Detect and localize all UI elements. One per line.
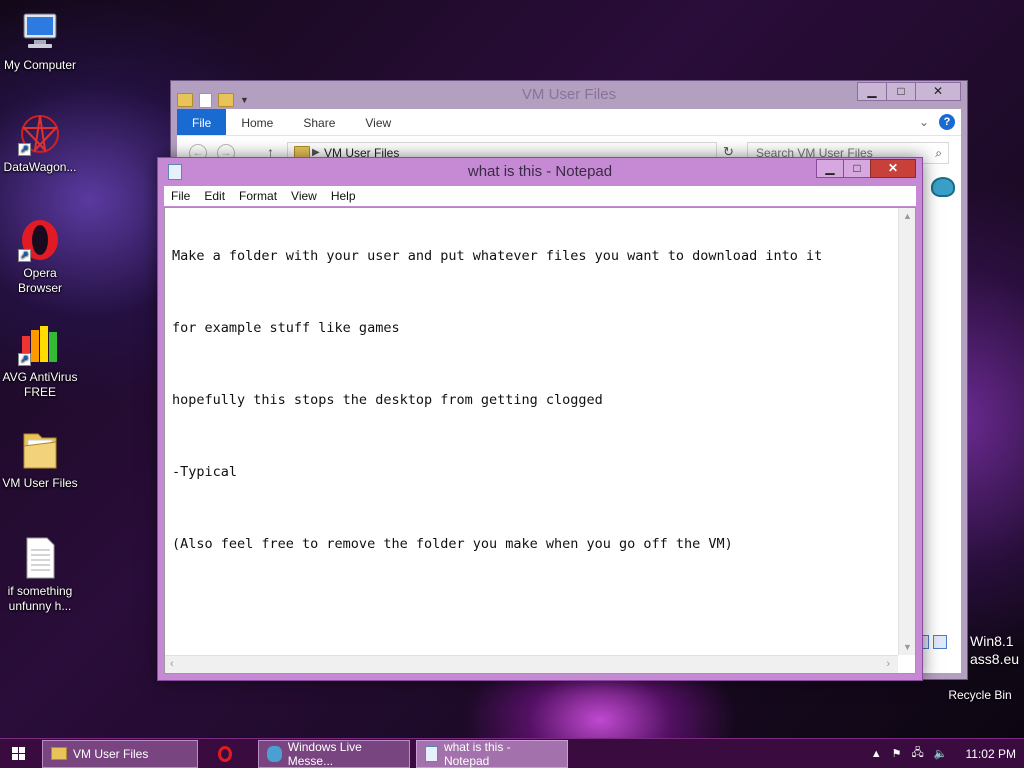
text-line: Make a folder with your user and put wha… bbox=[172, 248, 823, 264]
opera-icon: ↗ bbox=[18, 218, 62, 262]
explorer-title: VM User Files bbox=[521, 86, 617, 103]
text-line: hopefully this stops the desktop from ge… bbox=[172, 392, 603, 408]
new-folder-icon[interactable] bbox=[218, 93, 234, 107]
desktop-watermark: Win8.1 ass8.eu bbox=[970, 632, 1019, 668]
shortcut-arrow-icon: ↗ bbox=[18, 143, 31, 156]
tab-home[interactable]: Home bbox=[226, 109, 288, 135]
tab-view[interactable]: View bbox=[350, 109, 406, 135]
computer-icon bbox=[18, 10, 62, 54]
desktop-icon-label: Recycle Bin bbox=[948, 688, 1012, 702]
messenger-icon bbox=[267, 745, 282, 762]
datawagon-icon: ↗ bbox=[18, 112, 62, 156]
folder-icon[interactable] bbox=[177, 93, 193, 107]
taskbar-item-opera[interactable] bbox=[204, 740, 252, 768]
show-hidden-icons-icon[interactable]: ▲ bbox=[871, 748, 882, 760]
notepad-window[interactable]: what is this - Notepad ▁ □ ✕ File Edit F… bbox=[157, 157, 923, 681]
notepad-menubar: File Edit Format View Help bbox=[164, 186, 916, 206]
text-line: for example stuff like games bbox=[172, 320, 400, 336]
taskbar-item-notepad[interactable]: what is this - Notepad bbox=[416, 739, 568, 768]
help-icon[interactable]: ? bbox=[939, 114, 955, 130]
large-icons-view-icon[interactable] bbox=[933, 635, 947, 649]
close-button[interactable]: ✕ bbox=[870, 159, 916, 178]
tab-file[interactable]: File bbox=[177, 109, 227, 135]
network-icon[interactable]: 🖧 bbox=[912, 744, 924, 763]
explorer-window-controls: ▁ □ ✕ bbox=[857, 82, 961, 101]
ribbon-tabs: File Home Share View ⌄ ? bbox=[177, 109, 961, 135]
menu-format[interactable]: Format bbox=[232, 189, 284, 203]
desktop-icon-my-computer[interactable]: My Computer bbox=[0, 10, 80, 73]
taskbar-item-label: Windows Live Messe... bbox=[287, 739, 362, 768]
taskbar-item-label: VM User Files bbox=[73, 746, 149, 761]
taskbar-item-label: what is this - Notepad bbox=[443, 739, 511, 768]
desktop-icon-label: DataWagon... bbox=[3, 160, 77, 174]
folder-icon bbox=[51, 747, 67, 760]
action-center-flag-icon[interactable]: ⚑ bbox=[892, 747, 902, 760]
menu-help[interactable]: Help bbox=[324, 189, 363, 203]
minimize-button[interactable]: ▁ bbox=[816, 159, 844, 178]
menu-edit[interactable]: Edit bbox=[197, 189, 232, 203]
taskbar-item-messenger[interactable]: Windows Live Messe... bbox=[258, 739, 410, 768]
desktop-icon-label: Opera Browser bbox=[17, 266, 62, 295]
shortcut-arrow-icon: ↗ bbox=[18, 249, 31, 262]
notepad-icon[interactable] bbox=[168, 164, 182, 180]
minimize-button[interactable]: ▁ bbox=[857, 82, 887, 101]
menu-view[interactable]: View bbox=[284, 189, 324, 203]
desktop-icon-label: VM User Files bbox=[2, 476, 78, 490]
horizontal-scrollbar[interactable]: ‹ › bbox=[165, 655, 898, 673]
text-line: (Also feel free to remove the folder you… bbox=[172, 536, 733, 552]
expand-ribbon-icon[interactable]: ⌄ bbox=[919, 115, 929, 129]
notepad-icon bbox=[425, 745, 438, 762]
opera-icon bbox=[218, 745, 232, 762]
desktop-icon-opera[interactable]: ↗ Opera Browser bbox=[0, 218, 80, 296]
messenger-icon[interactable] bbox=[931, 177, 955, 197]
tab-share[interactable]: Share bbox=[288, 109, 350, 135]
windows-logo-icon bbox=[11, 747, 25, 760]
properties-icon[interactable] bbox=[199, 92, 212, 108]
text-line: -Typical bbox=[172, 464, 238, 480]
menu-file[interactable]: File bbox=[164, 189, 197, 203]
desktop-icon-label: if something unfunny h... bbox=[7, 584, 73, 613]
watermark-line: Win8.1 bbox=[970, 633, 1014, 649]
scroll-down-icon[interactable]: ▼ bbox=[899, 642, 916, 652]
desktop-icon-datawagon[interactable]: ↗ DataWagon... bbox=[0, 112, 80, 175]
desktop-icon-label: AVG AntiVirus FREE bbox=[2, 370, 78, 399]
shortcut-arrow-icon: ↗ bbox=[18, 353, 31, 366]
notepad-window-controls: ▁ □ ✕ bbox=[816, 159, 916, 178]
desktop-icon-label: My Computer bbox=[3, 58, 77, 72]
close-button[interactable]: ✕ bbox=[915, 82, 961, 101]
explorer-titlebar[interactable]: ▼ VM User Files ▁ □ ✕ bbox=[171, 81, 967, 109]
scroll-left-icon[interactable]: ‹ bbox=[170, 658, 174, 670]
notepad-text: Make a folder with your user and put wha… bbox=[172, 211, 893, 607]
desktop-icon-recycle-bin[interactable]: Recycle Bin bbox=[940, 688, 1020, 702]
volume-icon[interactable]: 🔈 bbox=[934, 747, 948, 760]
vertical-scrollbar[interactable]: ▲ ▼ bbox=[898, 208, 915, 655]
text-file-icon bbox=[18, 536, 62, 580]
start-button[interactable] bbox=[0, 739, 36, 768]
avg-icon: ↗ bbox=[18, 322, 62, 366]
notepad-text-area[interactable]: Make a folder with your user and put wha… bbox=[164, 207, 916, 674]
watermark-line: ass8.eu bbox=[970, 651, 1020, 667]
folder-icon bbox=[18, 428, 62, 472]
clock[interactable]: 11:02 PM bbox=[966, 747, 1016, 761]
scroll-up-icon[interactable]: ▲ bbox=[899, 211, 916, 221]
maximize-button[interactable]: □ bbox=[886, 82, 916, 101]
desktop-icon-vm-user-files[interactable]: VM User Files bbox=[0, 428, 80, 491]
desktop-icon-avg[interactable]: ↗ AVG AntiVirus FREE bbox=[0, 322, 80, 400]
notepad-title: what is this - Notepad bbox=[467, 163, 613, 180]
search-icon[interactable]: ⌕ bbox=[935, 143, 942, 163]
notepad-titlebar[interactable]: what is this - Notepad ▁ □ ✕ bbox=[158, 158, 922, 186]
taskbar: VM User Files Windows Live Messe... what… bbox=[0, 738, 1024, 768]
scroll-right-icon[interactable]: › bbox=[886, 658, 890, 670]
desktop-icon-text-file[interactable]: if something unfunny h... bbox=[0, 536, 80, 614]
system-tray: ▲ ⚑ 🖧 🔈 11:02 PM bbox=[871, 744, 1024, 763]
taskbar-item-explorer[interactable]: VM User Files bbox=[42, 739, 198, 768]
maximize-button[interactable]: □ bbox=[843, 159, 871, 178]
